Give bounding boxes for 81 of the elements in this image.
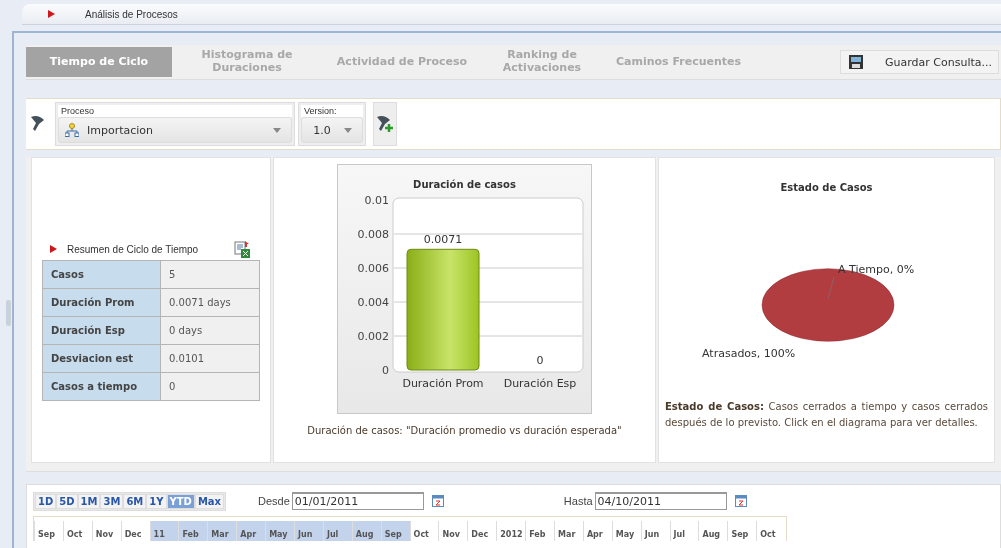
axis-label: 0 [381, 364, 389, 377]
range-button[interactable]: Max [194, 493, 225, 509]
window-title: Análisis de Procesos [85, 8, 178, 20]
month-label: Nov [91, 521, 121, 541]
month-label: Jul [322, 521, 352, 541]
range-button[interactable]: 6M [123, 493, 147, 509]
category-label: Duración Prom [401, 377, 484, 390]
table-cell: Duración Esp [42, 316, 161, 345]
data-label: 0.0071 [423, 233, 462, 247]
chart-title: Estado de Casos [780, 182, 873, 193]
table-cell: Desviacion est [42, 344, 161, 373]
month-label: Mar [207, 521, 237, 541]
data-label: 0 [536, 354, 543, 367]
month-label: Dec [120, 521, 150, 541]
table-cell: 0.0101 [160, 344, 260, 373]
table-cell: Duración Prom [42, 288, 161, 317]
month-label: Oct [756, 521, 786, 541]
chart-caption: Duración de casos: "Duración promedio vs duración esperada" [307, 425, 622, 436]
table-cell: 0 [160, 372, 260, 401]
month-label: Jun [294, 521, 323, 541]
month-label: Sep [34, 521, 63, 541]
category-label: Duración Esp [503, 377, 576, 390]
dropdown-caret-icon [273, 127, 281, 133]
month-label: Aug [698, 521, 728, 541]
range-button[interactable]: 3M [100, 493, 124, 509]
range-button[interactable]: 5D [56, 493, 78, 509]
month-label: 2012 [496, 521, 526, 541]
save-icon [849, 55, 863, 69]
from-label: Desde [258, 495, 290, 507]
axis-label: 0.008 [357, 228, 389, 241]
month-label: Sep [380, 521, 410, 541]
data-label: Atrasados, 100% [701, 347, 795, 360]
dropdown-caret-icon [344, 127, 352, 133]
month-label: Apr [236, 521, 266, 541]
table-cell: 0.0071 days [160, 288, 260, 317]
range-button[interactable]: 1D [35, 493, 57, 509]
calendar-icon[interactable] [431, 495, 444, 507]
month-label: Sep [727, 521, 757, 541]
to-date-field[interactable]: 04/10/2011 [594, 492, 727, 510]
range-button[interactable]: 1Y [146, 493, 167, 509]
add-filter-button[interactable] [373, 102, 397, 146]
month-label: Jul [669, 521, 699, 541]
process-selector[interactable]: Proceso Importacion [55, 102, 295, 146]
month-label: Apr [582, 521, 612, 541]
chart-title: Duración de casos [413, 179, 516, 190]
month-label: May [265, 521, 294, 541]
axis-label: 0.004 [357, 296, 389, 309]
version-selector[interactable]: Version: 1.0 [298, 102, 366, 146]
month-label: Feb [525, 521, 555, 541]
add-filter-icon [376, 115, 394, 133]
table-cell: 5 [160, 260, 260, 289]
play-icon [50, 245, 57, 253]
month-label: Oct [62, 521, 92, 541]
summary-title: Resumen de Ciclo de Tiempo [67, 243, 200, 255]
month-label: Mar [554, 521, 583, 541]
collapse-handle[interactable] [6, 300, 11, 326]
hierarchy-icon [65, 123, 79, 137]
month-label: 11 [149, 521, 179, 541]
filter-icon [30, 115, 46, 133]
month-label: May [611, 521, 641, 541]
table-cell: Casos [42, 260, 161, 289]
to-label: Hasta [563, 495, 593, 507]
month-label: Aug [351, 521, 381, 541]
play-icon [48, 10, 55, 18]
axis-label: 0.006 [357, 262, 389, 275]
table-cell: 0 days [160, 316, 260, 345]
calendar-icon[interactable] [734, 495, 747, 507]
range-button[interactable]: 1M [77, 493, 101, 509]
leader-line [827, 276, 834, 300]
month-label: Nov [438, 521, 468, 541]
table-cell: Casos a tiempo [42, 372, 161, 401]
excel-export-icon[interactable] [234, 240, 250, 258]
axis-label: 0.002 [357, 330, 389, 343]
chart-caption: Estado de Casos: Casos cerrados a tiempo y casos cerrados después de lo previsto. Click en el diagrama para ver detalles. [664, 400, 989, 430]
month-label: Oct [409, 521, 439, 541]
axis-label: 0.01 [364, 194, 389, 207]
month-label: Jun [640, 521, 670, 541]
from-date-field[interactable]: 01/01/2011 [291, 492, 424, 510]
save-query-button[interactable]: Guardar Consulta... [840, 50, 999, 74]
month-label: Dec [467, 521, 497, 541]
month-label: Feb [178, 521, 208, 541]
